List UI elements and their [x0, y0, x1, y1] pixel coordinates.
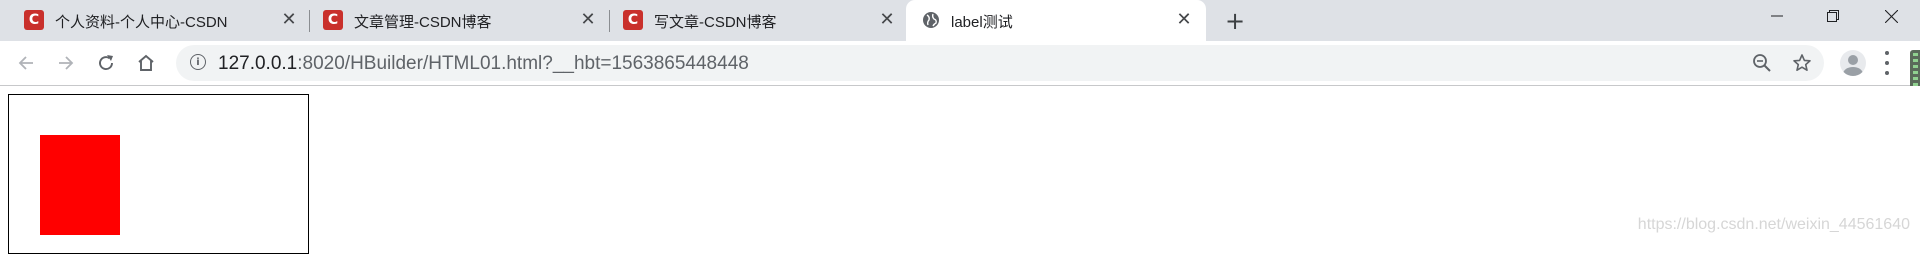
restore-icon [1827, 10, 1839, 22]
home-button[interactable] [132, 49, 160, 77]
new-tab-button[interactable]: + [1221, 7, 1249, 35]
csdn-logo-icon: C [623, 10, 643, 30]
arrow-right-icon [59, 56, 74, 70]
tab-write-article[interactable]: C 写文章-CSDN博客 ✕ [610, 0, 904, 41]
zoom-out-icon[interactable] [1750, 51, 1774, 75]
site-info-icon[interactable]: i [190, 54, 206, 70]
watermark: https://blog.csdn.net/weixin_44561640 [1637, 216, 1910, 233]
tab-title: 文章管理-CSDN博客 [354, 14, 492, 31]
page-content: https://blog.csdn.net/weixin_44561640 [0, 86, 1920, 254]
arrow-left-icon [18, 56, 33, 70]
back-button[interactable] [12, 49, 40, 77]
tab-strip: C 个人资料-个人中心-CSDN ✕ C 文章管理-CSDN博客 ✕ C 写文章… [0, 0, 1920, 41]
tab-close-icon[interactable]: ✕ [1173, 9, 1195, 31]
tab-profile[interactable]: C 个人资料-个人中心-CSDN ✕ [0, 0, 306, 41]
tab-label-test[interactable]: label测试 ✕ [906, 0, 1206, 41]
url-host: 127.0.0.1 [218, 53, 298, 74]
avatar-icon[interactable] [1840, 50, 1866, 76]
browser-toolbar: i 127.0.0.1:8020/HBuilder/HTML01.html?__… [0, 41, 1920, 86]
globe-icon [922, 11, 940, 29]
star-icon[interactable] [1790, 51, 1814, 75]
tab-title: 个人资料-个人中心-CSDN [55, 14, 228, 31]
tab-title: 写文章-CSDN博客 [654, 14, 777, 31]
address-bar[interactable]: i 127.0.0.1:8020/HBuilder/HTML01.html?__… [176, 45, 1824, 81]
reload-icon [99, 55, 113, 70]
more-vert-icon[interactable] [1882, 51, 1892, 75]
tab-title: label测试 [951, 14, 1013, 31]
url-text[interactable]: 127.0.0.1:8020/HBuilder/HTML01.html?__hb… [218, 53, 749, 75]
window-minimize-button[interactable] [1752, 0, 1802, 32]
red-box [40, 135, 120, 235]
tab-close-icon[interactable]: ✕ [278, 9, 300, 31]
csdn-logo-icon: C [24, 10, 44, 30]
url-path: :8020/HBuilder/HTML01.html?__hbt=1563865… [297, 53, 749, 74]
window-restore-button[interactable] [1808, 0, 1858, 32]
minimize-icon [1771, 15, 1783, 17]
tab-close-icon[interactable]: ✕ [876, 9, 898, 31]
reload-button[interactable] [92, 49, 120, 77]
window-close-button[interactable] [1866, 0, 1916, 32]
tab-article-manage[interactable]: C 文章管理-CSDN博客 ✕ [310, 0, 608, 41]
forward-button[interactable] [52, 49, 80, 77]
outer-box [8, 94, 309, 254]
csdn-logo-icon: C [323, 10, 343, 30]
close-icon [1884, 9, 1898, 23]
home-icon [138, 54, 154, 71]
tab-close-icon[interactable]: ✕ [577, 9, 599, 31]
